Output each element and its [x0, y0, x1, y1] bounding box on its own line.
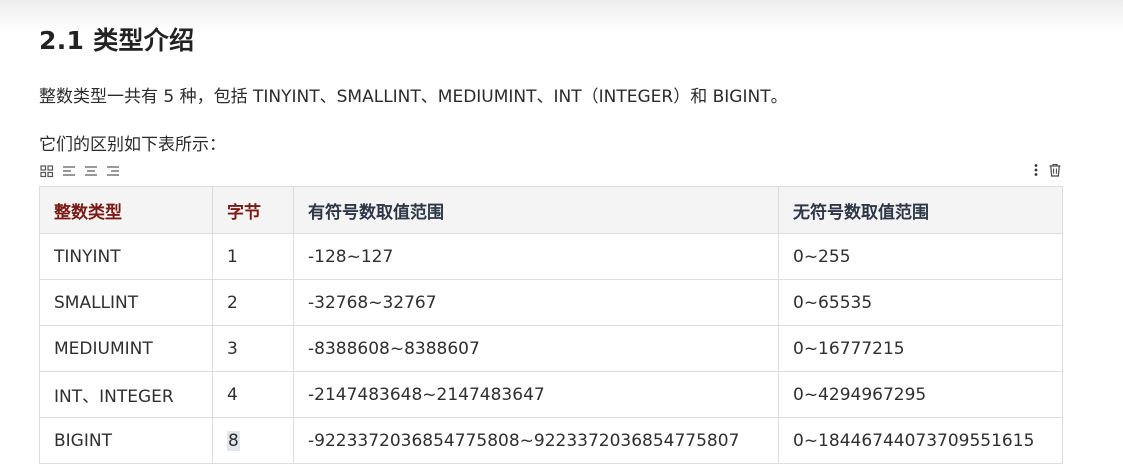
cell-type[interactable]: SMALLINT	[39, 279, 213, 326]
section-heading: 2.1 类型介绍	[39, 26, 195, 55]
table-row: MEDIUMINT 3 -8388608~8388607 0~16777215	[39, 325, 1063, 372]
cell-bytes[interactable]: 8	[212, 417, 294, 464]
table-actions	[1032, 161, 1063, 179]
header-bytes[interactable]: 字节	[212, 186, 294, 234]
table-caption: 它们的区别如下表所示：	[39, 135, 226, 155]
table-row: INT、INTEGER 4 -2147483648~2147483647 0~4…	[39, 371, 1063, 418]
selected-text[interactable]: 8	[227, 430, 240, 451]
intro-paragraph: 整数类型一共有 5 种，包括 TINYINT、SMALLINT、MEDIUMIN…	[39, 87, 788, 107]
cell-type[interactable]: INT、INTEGER	[39, 371, 213, 418]
trash-icon[interactable]	[1047, 162, 1063, 178]
cell-bytes[interactable]: 3	[212, 325, 294, 372]
table-row: BIGINT 8 -9223372036854775808~9223372036…	[39, 417, 1063, 464]
integer-types-table: 整数类型 字节 有符号数取值范围 无符号数取值范围 TINYINT 1 -128…	[39, 186, 1063, 464]
grid-icon[interactable]	[39, 163, 55, 179]
cell-bytes[interactable]: 4	[212, 371, 294, 418]
document-page: 2.1 类型介绍 整数类型一共有 5 种，包括 TINYINT、SMALLINT…	[0, 0, 1123, 467]
cell-unsigned-range[interactable]: 0~255	[778, 233, 1063, 280]
cell-signed-range[interactable]: -32768~32767	[293, 279, 779, 326]
align-center-icon[interactable]	[83, 163, 99, 179]
table-row: TINYINT 1 -128~127 0~255	[39, 233, 1063, 280]
cell-unsigned-range[interactable]: 0~4294967295	[778, 371, 1063, 418]
align-right-icon[interactable]	[105, 163, 121, 179]
cell-bytes[interactable]: 2	[212, 279, 294, 326]
header-signed-range[interactable]: 有符号数取值范围	[293, 186, 779, 234]
cell-signed-range[interactable]: -2147483648~2147483647	[293, 371, 779, 418]
table-row: SMALLINT 2 -32768~32767 0~65535	[39, 279, 1063, 326]
cell-type[interactable]: TINYINT	[39, 233, 213, 280]
cell-type[interactable]: BIGINT	[39, 417, 213, 464]
cell-signed-range[interactable]: -128~127	[293, 233, 779, 280]
cell-bytes[interactable]: 1	[212, 233, 294, 280]
header-type[interactable]: 整数类型	[39, 186, 213, 234]
cell-type[interactable]: MEDIUMINT	[39, 325, 213, 372]
align-left-icon[interactable]	[61, 163, 77, 179]
cell-unsigned-range[interactable]: 0~18446744073709551615	[778, 417, 1063, 464]
cell-unsigned-range[interactable]: 0~16777215	[778, 325, 1063, 372]
header-unsigned-range[interactable]: 无符号数取值范围	[778, 186, 1063, 234]
cell-signed-range[interactable]: -9223372036854775808~9223372036854775807	[293, 417, 779, 464]
more-vertical-icon[interactable]	[1032, 162, 1040, 178]
cell-unsigned-range[interactable]: 0~65535	[778, 279, 1063, 326]
table-header-row: 整数类型 字节 有符号数取值范围 无符号数取值范围	[39, 186, 1063, 234]
table-toolbar	[39, 162, 121, 180]
cell-signed-range[interactable]: -8388608~8388607	[293, 325, 779, 372]
